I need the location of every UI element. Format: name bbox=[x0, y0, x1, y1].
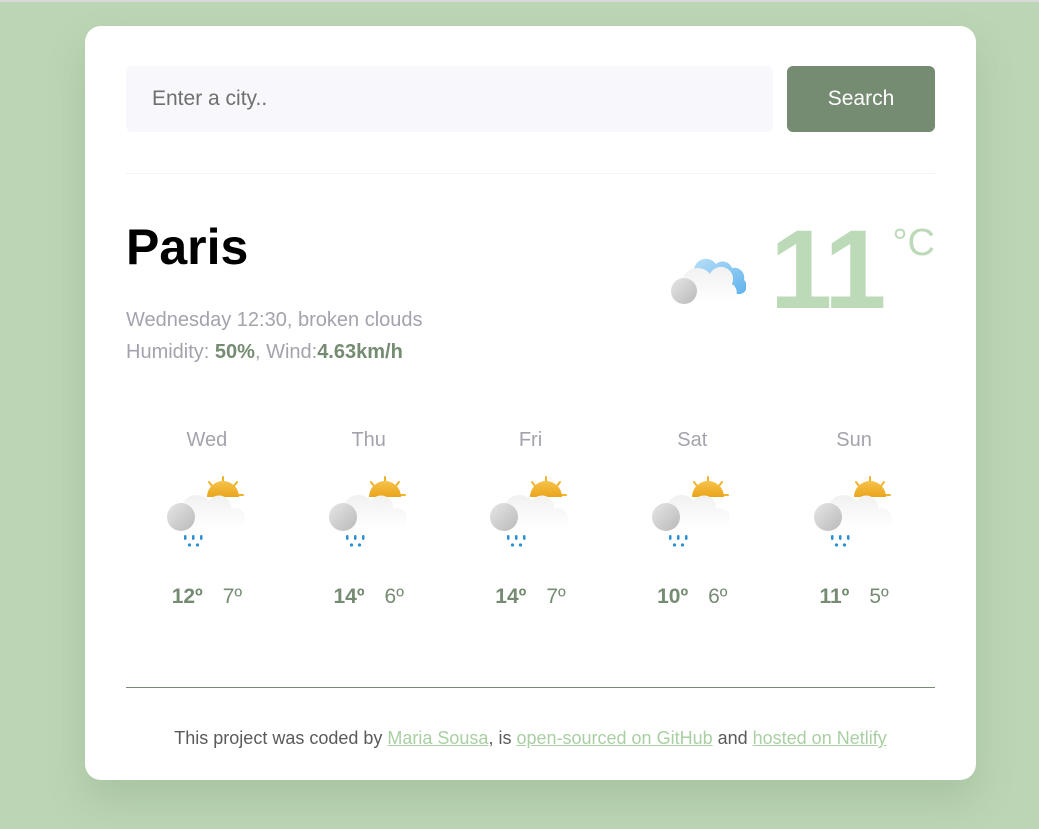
author-link[interactable]: Maria Sousa bbox=[387, 728, 488, 748]
github-link[interactable]: open-sourced on GitHub bbox=[516, 728, 712, 748]
forecast-day: Sun 11º 5º bbox=[773, 425, 935, 687]
forecast-max-temp: 10º bbox=[657, 585, 689, 608]
forecast-day-name: Sat bbox=[677, 429, 708, 451]
forecast-day: Fri 14º 7º bbox=[450, 425, 612, 687]
weather-description: broken clouds bbox=[297, 309, 423, 331]
forecast-min-temp: 5º bbox=[869, 585, 889, 608]
weather-card: Search Paris Wednesday 12:30, broken clo… bbox=[85, 26, 976, 780]
temperature-unit[interactable]: °C bbox=[892, 222, 935, 265]
city-search-input[interactable] bbox=[126, 66, 773, 132]
forecast-day: Wed 12º 7º bbox=[126, 425, 288, 687]
forecast-min-temp: 7º bbox=[546, 585, 566, 608]
forecast: Wed 12º 7º Thu 14º 6º Fri 14º 7º Sat 10º… bbox=[126, 425, 935, 687]
search-form: Search bbox=[126, 66, 935, 132]
netlify-link[interactable]: hosted on Netlify bbox=[753, 728, 887, 748]
current-temperature: 11 °C bbox=[668, 207, 935, 332]
forecast-temperatures: 10º 6º bbox=[611, 585, 773, 609]
forecast-min-temp: 6º bbox=[384, 585, 404, 608]
city-name: Paris bbox=[126, 219, 249, 275]
rain-sun-icon bbox=[166, 476, 245, 547]
rain-sun-icon bbox=[814, 476, 893, 547]
day-time: Wednesday 12:30 bbox=[126, 309, 287, 331]
footer-prefix: This project was coded by bbox=[174, 728, 388, 748]
forecast-day-name: Wed bbox=[186, 429, 228, 451]
forecast-max-temp: 14º bbox=[495, 585, 527, 608]
forecast-min-temp: 7º bbox=[222, 585, 243, 608]
rain-sun-icon bbox=[328, 476, 407, 547]
rain-sun-icon bbox=[490, 476, 569, 547]
forecast-temperatures: 14º 6º bbox=[288, 585, 450, 609]
forecast-temperatures: 12º 7º bbox=[126, 585, 288, 609]
search-button[interactable]: Search bbox=[787, 66, 935, 132]
forecast-max-temp: 12º bbox=[171, 585, 203, 608]
forecast-day-name: Fri bbox=[518, 429, 543, 451]
forecast-max-temp: 14º bbox=[333, 585, 365, 608]
forecast-max-temp: 11º bbox=[819, 585, 850, 608]
footer: This project was coded by Maria Sousa, i… bbox=[126, 728, 935, 749]
current-weather: Paris Wednesday 12:30, broken clouds Hum… bbox=[126, 174, 935, 404]
wind-value: 4.63km/h bbox=[317, 341, 403, 363]
humidity-value: 50% bbox=[214, 341, 255, 363]
forecast-day: Thu 14º 6º bbox=[288, 425, 450, 687]
temperature-value: 11 bbox=[769, 207, 886, 332]
forecast-day-name: Thu bbox=[351, 429, 386, 451]
humidity-wind: Humidity: 50%, Wind:4.63km/h bbox=[126, 341, 403, 363]
rain-sun-icon bbox=[652, 476, 731, 547]
broken-clouds-icon bbox=[670, 258, 746, 304]
forecast-temperatures: 11º 5º bbox=[773, 585, 935, 609]
forecast-min-temp: 6º bbox=[708, 585, 728, 608]
date-description: Wednesday 12:30, broken clouds bbox=[126, 309, 423, 331]
wind-label: Wind: bbox=[266, 341, 318, 363]
weather-details: Wednesday 12:30, broken clouds Humidity:… bbox=[126, 304, 423, 368]
footer-divider bbox=[126, 687, 935, 688]
forecast-day-name: Sun bbox=[836, 429, 872, 451]
forecast-day: Sat 10º 6º bbox=[611, 425, 773, 687]
footer-middle: , is bbox=[488, 728, 517, 748]
humidity-label: Humidity: bbox=[126, 341, 215, 363]
forecast-temperatures: 14º 7º bbox=[450, 585, 612, 609]
footer-and: and bbox=[712, 728, 753, 748]
